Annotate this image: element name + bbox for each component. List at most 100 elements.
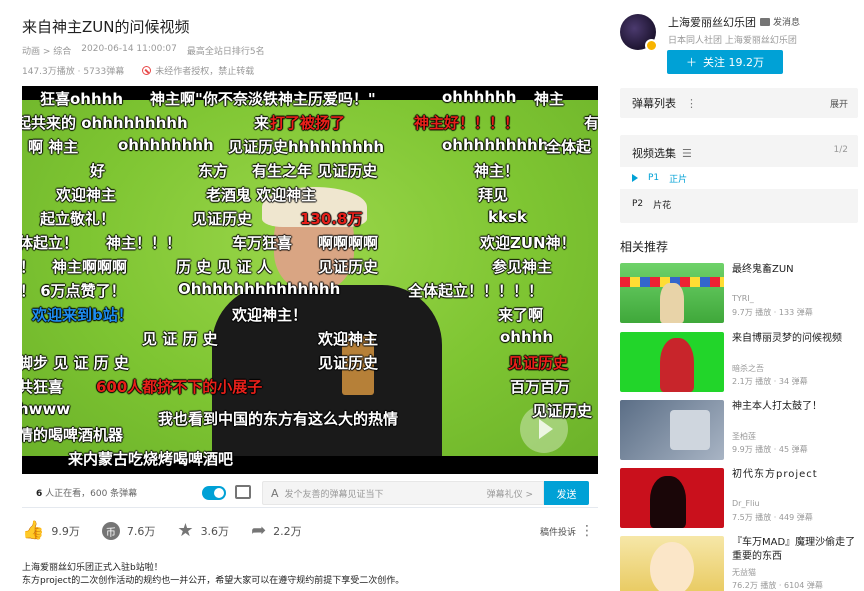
danmaku-comment: 神主！ <box>474 162 520 180</box>
danmaku-comment: 历 史 见 证 人 <box>176 258 272 276</box>
episode-panel: 视频选集 ☰ 1/2 P1 正片 P2 片花 <box>620 135 858 223</box>
no-reprint-icon <box>142 66 152 75</box>
coin-button[interactable]: 币 7.6万 <box>101 522 156 540</box>
danmaku-comment: 全体起立！！！！！ <box>408 282 544 300</box>
recommend-author[interactable]: Dr_Fliu <box>732 499 760 508</box>
recommend-author[interactable]: TYRI_ <box>732 294 754 303</box>
episode-item-p1[interactable]: P1 正片 <box>620 167 858 189</box>
danmaku-comment: 欢迎ZUN神！ <box>480 234 576 252</box>
publish-date: 2020-06-14 11:00:07 <box>81 44 177 54</box>
recommend-thumbnail[interactable] <box>620 400 724 460</box>
danmaku-etiquette-link[interactable]: 弹幕礼仪 > <box>487 487 533 500</box>
recommend-thumbnail[interactable] <box>620 468 724 528</box>
recommend-stats: 7.5万 播放 · 449 弹幕 <box>732 513 813 522</box>
expand-button[interactable]: 展开 <box>830 97 848 110</box>
danmaku-comment: 见 证 历 史 <box>142 330 218 348</box>
recommend-author[interactable]: 圣柏莲 <box>732 431 756 442</box>
plus-icon: ＋ <box>686 56 697 69</box>
star-icon: ★ <box>177 520 194 541</box>
more-icon[interactable]: ⋮ <box>686 97 697 110</box>
episode-title: 视频选集 <box>632 147 676 160</box>
danmaku-comment: 啊 神主 <box>28 138 79 156</box>
favorite-button[interactable]: ★ 3.6万 <box>177 522 229 540</box>
episode-item-p2[interactable]: P2 片花 <box>620 193 858 215</box>
coin-count: 7.6万 <box>126 525 156 538</box>
verified-badge-icon <box>645 39 658 52</box>
danmaku-comment: 神主好！！！！ <box>414 114 520 132</box>
category-breadcrumb[interactable]: 动画 > 综合 <box>22 44 71 57</box>
danmaku-comment: 130.8万 <box>300 210 363 228</box>
recommend-video-title[interactable]: 『车万MAD』魔理沙偷走了重要的东西 <box>732 536 858 564</box>
recommend-stats: 76.2万 播放 · 6104 弹幕 <box>732 581 823 590</box>
recommend-video-title[interactable]: 神主本人打太鼓了！ <box>732 400 858 414</box>
recommend-stats: 9.7万 播放 · 133 弹幕 <box>732 308 813 317</box>
send-message-link[interactable]: 发消息 <box>760 15 800 28</box>
recommend-video-title[interactable]: 来自博丽灵梦的问候视频 <box>732 332 858 346</box>
recommend-item[interactable]: 神主本人打太鼓了！ 圣柏莲 9.9万 播放 · 45 弹幕 <box>620 400 858 462</box>
recommend-item[interactable]: 来自博丽灵梦的问候视频 暗杀之吾 2.1万 播放 · 34 弹幕 <box>620 332 858 394</box>
video-stats: 147.3万播放 · 5733弹幕 未经作者授权，禁止转载 <box>22 64 254 77</box>
danmaku-comment: 东方 <box>198 162 229 180</box>
danmaku-comment: 拜见 <box>478 186 509 204</box>
danmaku-comment: 脚步 见 证 历 史 <box>22 354 129 372</box>
danmaku-comment: 来内蒙古吃烧烤喝啤酒吧 <box>68 450 234 468</box>
danmaku-comment: 欢迎神主 <box>56 186 117 204</box>
message-label: 发消息 <box>773 18 801 28</box>
danmaku-comment: 神主 <box>534 90 565 108</box>
danmaku-comment: ohhhhhhhhh <box>442 136 549 154</box>
recommend-stats: 2.1万 播放 · 34 弹幕 <box>732 377 808 386</box>
recommend-author[interactable]: 暗杀之吾 <box>732 363 764 374</box>
episode-header: 视频选集 ☰ <box>632 145 692 161</box>
share-button[interactable]: ➦ 2.2万 <box>251 522 302 540</box>
danmaku-placeholder: 发个友善的弹幕见证当下 <box>284 489 384 500</box>
danmaku-comment: 我也看到中国的东方有这么大的热情 <box>158 410 399 428</box>
danmaku-comment: 打了被扬了 <box>270 114 346 132</box>
recommend-thumbnail[interactable] <box>620 263 724 323</box>
danmaku-list-panel[interactable]: 弹幕列表 ⋮ 展开 <box>620 88 858 118</box>
follow-button[interactable]: ＋ 关注 19.2万 <box>667 50 783 74</box>
uploader-avatar[interactable] <box>620 14 658 52</box>
video-player[interactable]: 狂喜ohhhh 神主啊"你不奈淡铁神主历爱吗！" ohhhhhh 神主 起共来的 ohh… <box>22 86 598 474</box>
copyright-notice: 未经作者授权，禁止转载 <box>142 64 254 77</box>
recommend-thumbnail[interactable] <box>620 536 724 591</box>
watching-info: 6 人正在看，600 条弹幕 <box>36 486 137 499</box>
recommend-video-title[interactable]: 最终鬼畜ZUN <box>732 263 858 277</box>
rank-info[interactable]: 最高全站日排行5名 <box>187 44 265 57</box>
share-count: 2.2万 <box>273 525 302 538</box>
danmaku-comment: 车万狂喜 <box>232 234 293 252</box>
danmaku-comment: kksk <box>488 208 527 226</box>
play-count: 147.3万播放 · 5733弹幕 <box>22 67 125 77</box>
more-options-icon[interactable]: ⋮ <box>580 523 594 539</box>
recommend-item[interactable]: 初代东方project Dr_Fliu 7.5万 播放 · 449 弹幕 <box>620 468 858 530</box>
danmaku-comment: 神主！！！ <box>106 234 182 252</box>
list-icon[interactable]: ☰ <box>682 147 692 160</box>
danmaku-comment: 600人都挤不下的小展子 <box>96 378 263 396</box>
recommend-item[interactable]: 『车万MAD』魔理沙偷走了重要的东西 无益猫 76.2万 播放 · 6104 弹… <box>620 536 858 591</box>
danmaku-comment: 好 <box>90 162 106 180</box>
danmaku-settings-icon[interactable] <box>235 485 251 499</box>
video-title: 来自神主ZUN的问候视频 <box>22 18 190 36</box>
danmaku-comment: 起共来的 ohhhhhhhhh <box>22 114 188 132</box>
danmaku-input[interactable]: A 发个友善的弹幕见证当下 弹幕礼仪 > <box>262 481 544 505</box>
danmaku-toggle[interactable] <box>202 486 226 500</box>
danmaku-comment: 欢迎来到b站！ <box>32 306 133 324</box>
danmaku-comment: 见证历史 <box>532 402 593 420</box>
coin-icon: 币 <box>101 522 120 540</box>
danmaku-list-label: 弹幕列表 <box>632 97 676 110</box>
recommend-thumbnail[interactable] <box>620 332 724 392</box>
like-button[interactable]: 👍 9.9万 <box>22 522 80 540</box>
recommend-video-title[interactable]: 初代东方project <box>732 468 858 482</box>
recommend-item[interactable]: 最终鬼畜ZUN TYRI_ 9.7万 播放 · 133 弹幕 <box>620 263 858 325</box>
uploader-name[interactable]: 上海爱丽丝幻乐团 <box>668 14 756 30</box>
send-button[interactable]: 发送 <box>544 481 589 505</box>
video-meta: 动画 > 综合 2020-06-14 11:00:07 最高全站日排行5名 <box>22 44 265 57</box>
playing-icon <box>632 174 638 182</box>
recommend-author[interactable]: 无益猫 <box>732 567 756 578</box>
description-line: 东方project的二次创作活动的规约也一并公开，希望大家可以在遵守规约前提下享… <box>22 576 405 586</box>
danmaku-comment: 啊啊啊啊 <box>318 234 379 252</box>
danmaku-comment: 体起立！ <box>22 234 79 252</box>
report-link[interactable]: 稿件投诉 <box>540 525 576 538</box>
danmaku-comment: ohhhhhh <box>442 88 517 106</box>
font-icon[interactable]: A <box>271 487 279 500</box>
danmaku-bar: 6 人正在看，600 条弹幕 A 发个友善的弹幕见证当下 弹幕礼仪 > 发送 <box>22 478 598 508</box>
